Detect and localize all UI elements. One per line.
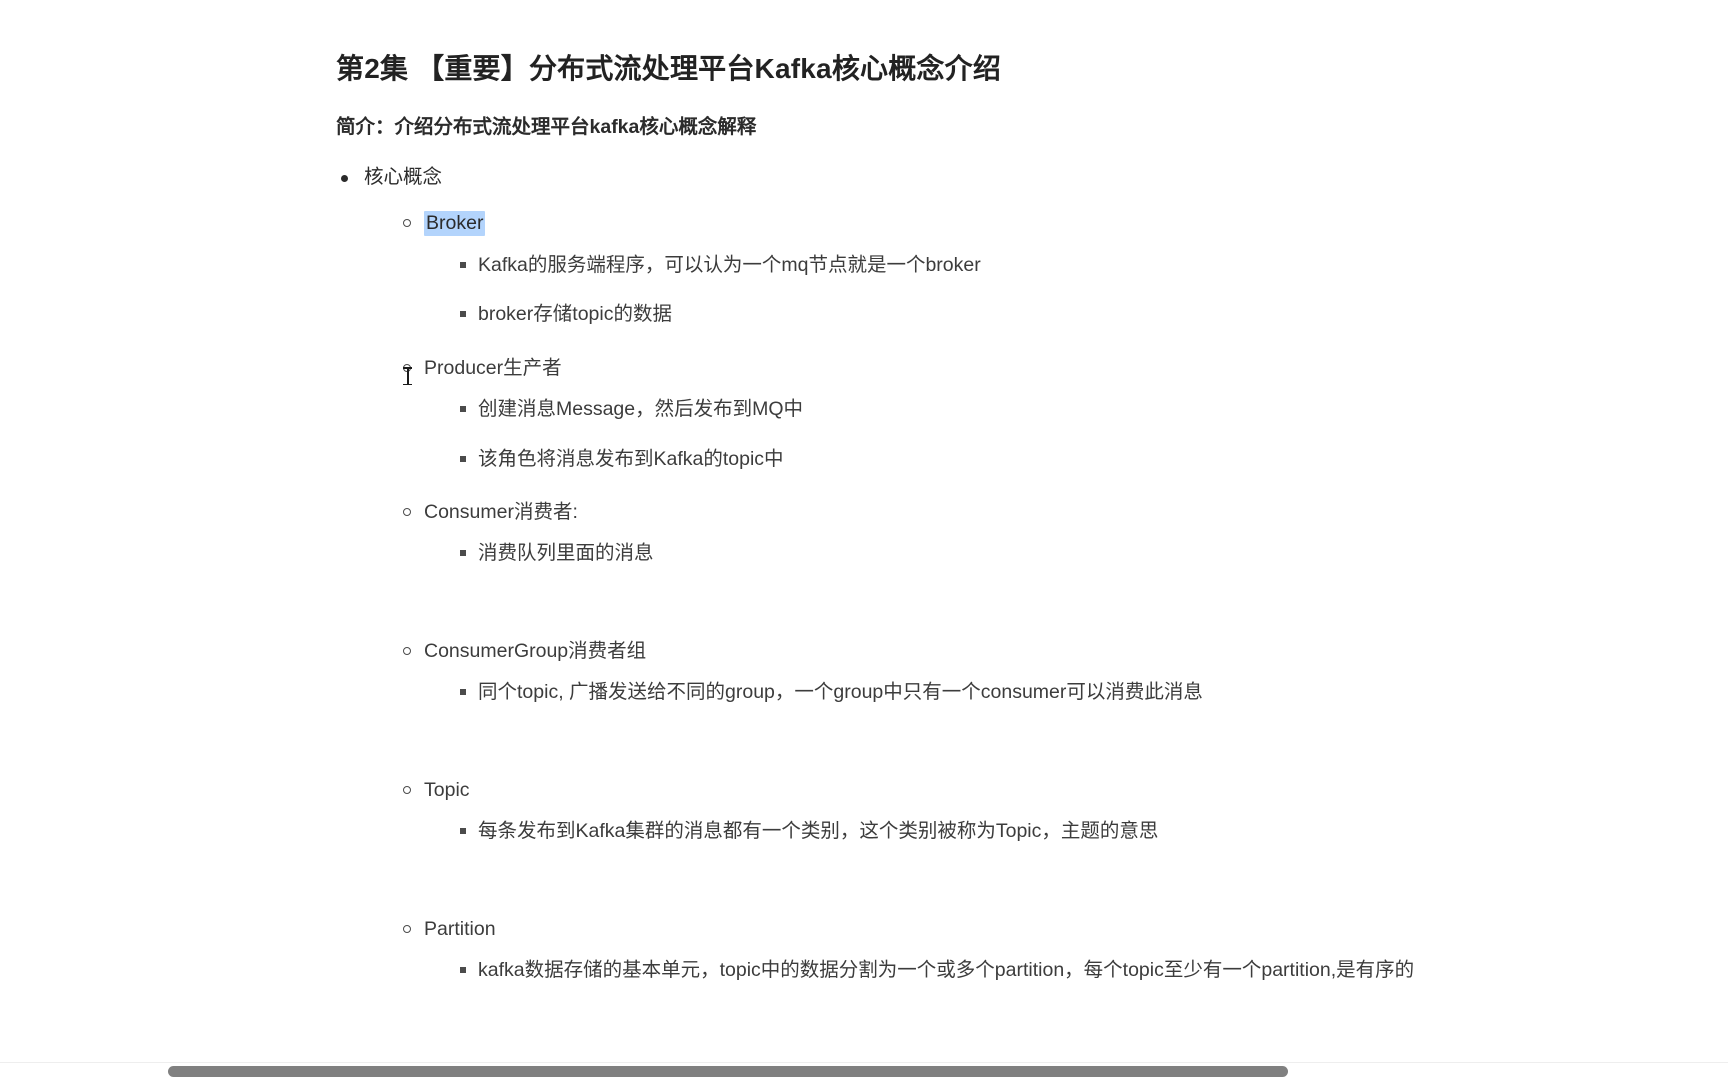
outline-item-partition[interactable]: Partition bbox=[403, 910, 1636, 949]
outline-detail: 消费队列里面的消息 bbox=[460, 538, 1636, 570]
list-item[interactable]: Topic 每条发布到Kafka集群的消息都有一个类别，这个类别被称为Topic… bbox=[396, 771, 1636, 910]
outline-detail: broker存储topic的数据 bbox=[460, 299, 1636, 331]
list-item[interactable]: Broker Kafka的服务端程序，可以认为一个mq节点就是一个broker … bbox=[396, 204, 1636, 330]
outline-detail: 同个topic, 广播发送给不同的group，一个group中只有一个consu… bbox=[460, 677, 1636, 709]
outline-item-topic[interactable]: Topic bbox=[403, 771, 1636, 810]
list-item[interactable]: 每条发布到Kafka集群的消息都有一个类别，这个类别被称为Topic，主题的意思 bbox=[452, 816, 1636, 848]
outline-level-3: 消费队列里面的消息 bbox=[452, 538, 1636, 570]
list-item[interactable]: ConsumerGroup消费者组 同个topic, 广播发送给不同的group… bbox=[396, 632, 1636, 771]
outline-detail: 每条发布到Kafka集群的消息都有一个类别，这个类别被称为Topic，主题的意思 bbox=[460, 816, 1636, 848]
outline-detail: 创建消息Message，然后发布到MQ中 bbox=[460, 394, 1636, 426]
list-item[interactable]: kafka数据存储的基本单元，topic中的数据分割为一个或多个partitio… bbox=[452, 955, 1636, 987]
selected-text-broker[interactable]: Broker bbox=[424, 211, 486, 237]
outline-level-3: kafka数据存储的基本单元，topic中的数据分割为一个或多个partitio… bbox=[452, 955, 1636, 987]
list-item[interactable]: 创建消息Message，然后发布到MQ中 bbox=[452, 394, 1636, 426]
outline-root-label: 核心概念 bbox=[364, 163, 1636, 192]
page-title: 第2集 【重要】分布式流处理平台Kafka核心概念介绍 bbox=[336, 53, 1002, 84]
list-item[interactable]: 同个topic, 广播发送给不同的group，一个group中只有一个consu… bbox=[452, 677, 1636, 709]
outline-level-1: 核心概念 Broker Kafka的服务端程序，可以认为一个mq节点就是一个br… bbox=[336, 163, 1636, 986]
list-item[interactable]: 该角色将消息发布到Kafka的topic中 bbox=[452, 444, 1636, 476]
outline-item-consumergroup[interactable]: ConsumerGroup消费者组 bbox=[403, 632, 1636, 671]
list-item[interactable]: Consumer消费者: 消费队列里面的消息 bbox=[396, 493, 1636, 632]
outline-level-3: 创建消息Message，然后发布到MQ中 该角色将消息发布到Kafka的topi… bbox=[452, 394, 1636, 475]
list-item[interactable]: Kafka的服务端程序，可以认为一个mq节点就是一个broker bbox=[452, 250, 1636, 282]
document-content: 第2集 【重要】分布式流处理平台Kafka核心概念介绍 简介：介绍分布式流处理平… bbox=[336, 0, 1636, 1004]
outline-item-broker[interactable]: Broker bbox=[403, 204, 1636, 243]
outline-detail: Kafka的服务端程序，可以认为一个mq节点就是一个broker bbox=[460, 250, 1636, 282]
outline-level-3: Kafka的服务端程序，可以认为一个mq节点就是一个broker broker存… bbox=[452, 250, 1636, 331]
list-item[interactable]: broker存储topic的数据 bbox=[452, 299, 1636, 331]
outline-level-3: 同个topic, 广播发送给不同的group，一个group中只有一个consu… bbox=[452, 677, 1636, 709]
list-item[interactable]: Producer生产者 创建消息Message，然后发布到MQ中 该角色将消息发… bbox=[396, 349, 1636, 475]
outline-item-consumer[interactable]: Consumer消费者: bbox=[403, 493, 1636, 532]
horizontal-scrollbar-thumb[interactable] bbox=[168, 1066, 1288, 1077]
outline-level-3: 每条发布到Kafka集群的消息都有一个类别，这个类别被称为Topic，主题的意思 bbox=[452, 816, 1636, 848]
horizontal-scrollbar[interactable] bbox=[0, 1062, 1728, 1080]
document-subtitle: 简介：介绍分布式流处理平台kafka核心概念解释 bbox=[336, 115, 757, 138]
outline-item-producer[interactable]: Producer生产者 bbox=[403, 349, 1636, 388]
outline-level-2: Broker Kafka的服务端程序，可以认为一个mq节点就是一个broker … bbox=[396, 204, 1636, 986]
list-item[interactable]: 消费队列里面的消息 bbox=[452, 538, 1636, 570]
list-item[interactable]: Partition kafka数据存储的基本单元，topic中的数据分割为一个或… bbox=[396, 910, 1636, 987]
outline-detail: 该角色将消息发布到Kafka的topic中 bbox=[460, 444, 1636, 476]
outline-detail: kafka数据存储的基本单元，topic中的数据分割为一个或多个partitio… bbox=[460, 955, 1538, 987]
list-item[interactable]: 核心概念 Broker Kafka的服务端程序，可以认为一个mq节点就是一个br… bbox=[336, 163, 1636, 986]
document-page: 第2集 【重要】分布式流处理平台Kafka核心概念介绍 简介：介绍分布式流处理平… bbox=[0, 0, 1728, 1080]
